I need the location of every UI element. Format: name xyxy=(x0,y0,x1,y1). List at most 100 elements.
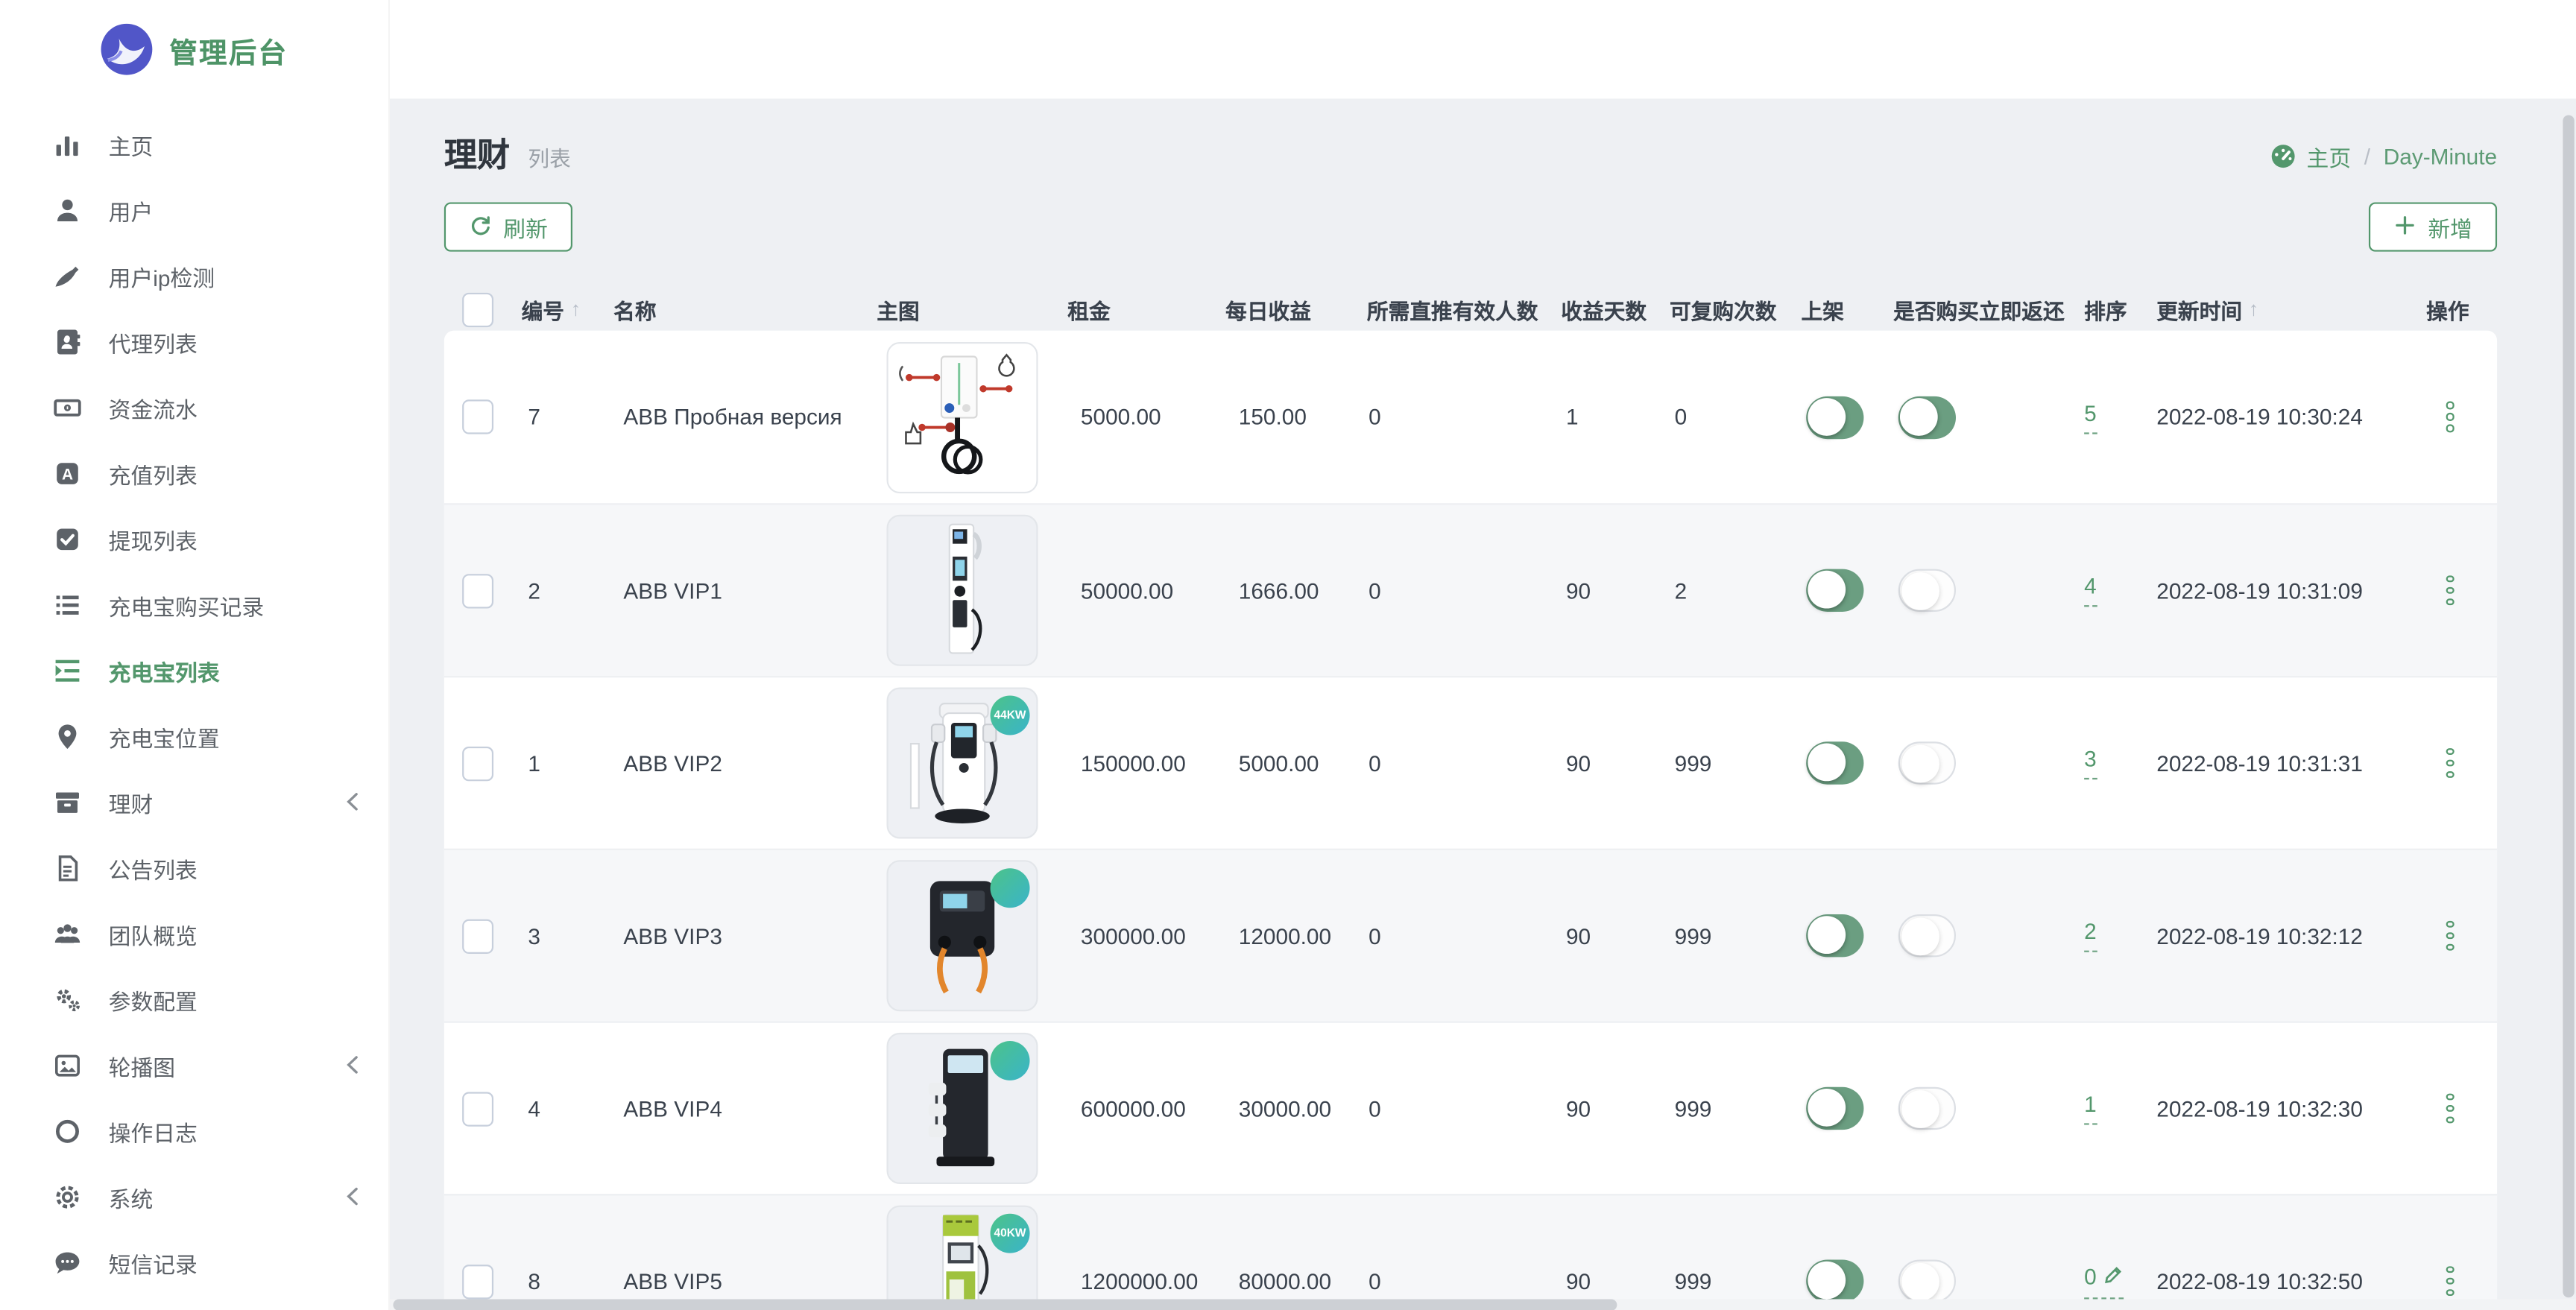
sidebar-item-label: 资金流水 xyxy=(109,391,198,424)
column-label: 操作 xyxy=(2426,294,2469,325)
breadcrumb: 主页 / Day-Minute xyxy=(2270,140,2497,177)
sidebar-item-withdraw-list[interactable]: 提现列表 xyxy=(0,507,388,572)
column-header-id[interactable]: 编号↑ xyxy=(517,294,609,325)
instant-return-toggle[interactable] xyxy=(1898,741,1956,784)
listed-toggle[interactable] xyxy=(1806,396,1863,438)
horizontal-scrollbar-thumb[interactable] xyxy=(393,1299,1617,1310)
product-image[interactable]: 44KW xyxy=(887,687,1038,838)
cell-updated-at: 2022-08-19 10:30:24 xyxy=(2152,405,2422,429)
sort-editable-value[interactable]: 5 xyxy=(2084,400,2097,433)
column-label: 所需直推有效人数 xyxy=(1367,294,1538,325)
sidebar-item-operation-log[interactable]: 操作日志 xyxy=(0,1098,388,1164)
row-checkbox[interactable] xyxy=(462,746,493,780)
sort-editable-value[interactable]: 1 xyxy=(2084,1092,2097,1124)
sort-editable-value[interactable]: 2 xyxy=(2084,920,2097,952)
cell-sort: 3 xyxy=(2080,747,2152,779)
cell-income-days: 90 xyxy=(1556,1269,1665,1294)
sidebar-item-powerbank-list[interactable]: 充电宝列表 xyxy=(0,638,388,703)
row-actions-kebab[interactable] xyxy=(2426,920,2453,951)
switch-knob xyxy=(1808,571,1846,609)
sidebar-item-agent-list[interactable]: 代理列表 xyxy=(0,309,388,375)
add-button[interactable]: 新增 xyxy=(2369,202,2497,251)
row-actions-kebab[interactable] xyxy=(2426,575,2453,606)
sidebar-item-users[interactable]: 用户 xyxy=(0,177,388,243)
table-row: 7ABB Пробная версия5000.00150.0001052022… xyxy=(444,331,2497,504)
chart-icon xyxy=(51,128,83,161)
row-checkbox[interactable] xyxy=(462,573,493,607)
column-label: 主图 xyxy=(877,294,919,325)
cell-updated-at: 2022-08-19 10:31:09 xyxy=(2152,578,2422,603)
sidebar-item-user-ip-check[interactable]: 用户ip检测 xyxy=(0,244,388,309)
instant-return-toggle[interactable] xyxy=(1898,396,1956,438)
product-image[interactable] xyxy=(887,515,1038,666)
listed-toggle[interactable] xyxy=(1806,1259,1863,1302)
instant-return-toggle[interactable] xyxy=(1898,914,1956,957)
cell-repurchase-limit: 2 xyxy=(1664,578,1796,603)
sidebar-item-recharge-list[interactable]: A充值列表 xyxy=(0,440,388,506)
row-actions-kebab[interactable] xyxy=(2426,1093,2453,1124)
sidebar-item-sms-records[interactable]: 短信记录 xyxy=(0,1230,388,1296)
cell-image xyxy=(872,515,1063,666)
row-checkbox[interactable] xyxy=(462,1264,493,1298)
vertical-scrollbar[interactable] xyxy=(2563,115,2574,1297)
column-header-name: 名称 xyxy=(609,294,872,325)
sidebar-item-label: 短信记录 xyxy=(109,1247,198,1279)
row-actions-kebab[interactable] xyxy=(2426,402,2453,432)
cell-listed xyxy=(1796,1087,1889,1130)
sidebar-item-system[interactable]: 系统 xyxy=(0,1164,388,1230)
breadcrumb-current: Day-Minute xyxy=(2384,144,2497,168)
sidebar-item-team-overview[interactable]: 团队概览 xyxy=(0,901,388,966)
row-actions-kebab[interactable] xyxy=(2426,1266,2453,1297)
product-image[interactable] xyxy=(887,341,1038,493)
sidebar-item-label: 充电宝位置 xyxy=(109,721,220,753)
listed-toggle[interactable] xyxy=(1806,914,1863,957)
sidebar-item-powerbank-purchases[interactable]: 充电宝购买记录 xyxy=(0,572,388,638)
sidebar-item-home[interactable]: 主页 xyxy=(0,112,388,177)
sidebar-item-label: 充值列表 xyxy=(109,458,198,490)
cell-listed xyxy=(1796,741,1889,784)
listed-toggle[interactable] xyxy=(1806,569,1863,612)
product-image[interactable] xyxy=(887,1033,1038,1184)
plus-icon xyxy=(2393,213,2416,241)
switch-knob xyxy=(1808,1089,1846,1127)
sort-editable-value[interactable]: 3 xyxy=(2084,747,2097,779)
instant-return-toggle[interactable] xyxy=(1898,1087,1956,1130)
sidebar-item-label: 用户ip检测 xyxy=(109,260,215,293)
row-checkbox[interactable] xyxy=(462,919,493,953)
sidebar-item-param-config[interactable]: 参数配置 xyxy=(0,967,388,1033)
sidebar: 管理后台 主页用户用户ip检测代理列表资金流水A充值列表提现列表充电宝购买记录充… xyxy=(0,0,390,1310)
select-all-checkbox[interactable] xyxy=(462,292,493,326)
cell-sort: 2 xyxy=(2080,920,2152,952)
listed-toggle[interactable] xyxy=(1806,741,1863,784)
cell-sort: 1 xyxy=(2080,1092,2152,1124)
sort-editable-value[interactable]: 4 xyxy=(2084,574,2097,607)
sidebar-item-label: 轮播图 xyxy=(109,1049,175,1082)
cell-income-days: 90 xyxy=(1556,1096,1665,1121)
instant-return-toggle[interactable] xyxy=(1898,1259,1956,1302)
row-checkbox[interactable] xyxy=(462,399,493,434)
breadcrumb-home[interactable]: 主页 xyxy=(2270,140,2351,173)
refresh-button[interactable]: 刷新 xyxy=(444,202,572,251)
cell-id: 7 xyxy=(517,405,609,429)
product-image[interactable]: 40KW xyxy=(887,1206,1038,1310)
row-actions-kebab[interactable] xyxy=(2426,748,2453,779)
sidebar-item-carousel[interactable]: 轮播图 xyxy=(0,1033,388,1098)
sidebar-item-fund-flow[interactable]: 资金流水 xyxy=(0,375,388,440)
sort-editable-value[interactable]: 0 xyxy=(2084,1264,2123,1298)
breadcrumb-home-label: 主页 xyxy=(2307,140,2352,173)
column-label: 可复购次数 xyxy=(1670,294,1776,325)
cell-name: ABB Пробная версия xyxy=(609,405,872,429)
sidebar-item-powerbank-location[interactable]: 充电宝位置 xyxy=(0,704,388,770)
sidebar-item-announcement-list[interactable]: 公告列表 xyxy=(0,835,388,901)
sort-value: 2 xyxy=(2084,920,2097,944)
table-row: 1ABB VIP244KW150000.005000.0009099932022… xyxy=(444,676,2497,849)
sidebar-item-finance[interactable]: 理财 xyxy=(0,770,388,835)
column-header-updated_at[interactable]: 更新时间↑ xyxy=(2152,294,2422,325)
product-image[interactable] xyxy=(887,860,1038,1011)
column-label: 租金 xyxy=(1067,294,1110,325)
row-checkbox[interactable] xyxy=(462,1091,493,1125)
listed-toggle[interactable] xyxy=(1806,1087,1863,1130)
instant-return-toggle[interactable] xyxy=(1898,569,1956,612)
cell-daily-income: 5000.00 xyxy=(1221,750,1363,775)
cell-rent: 1200000.00 xyxy=(1063,1269,1221,1294)
